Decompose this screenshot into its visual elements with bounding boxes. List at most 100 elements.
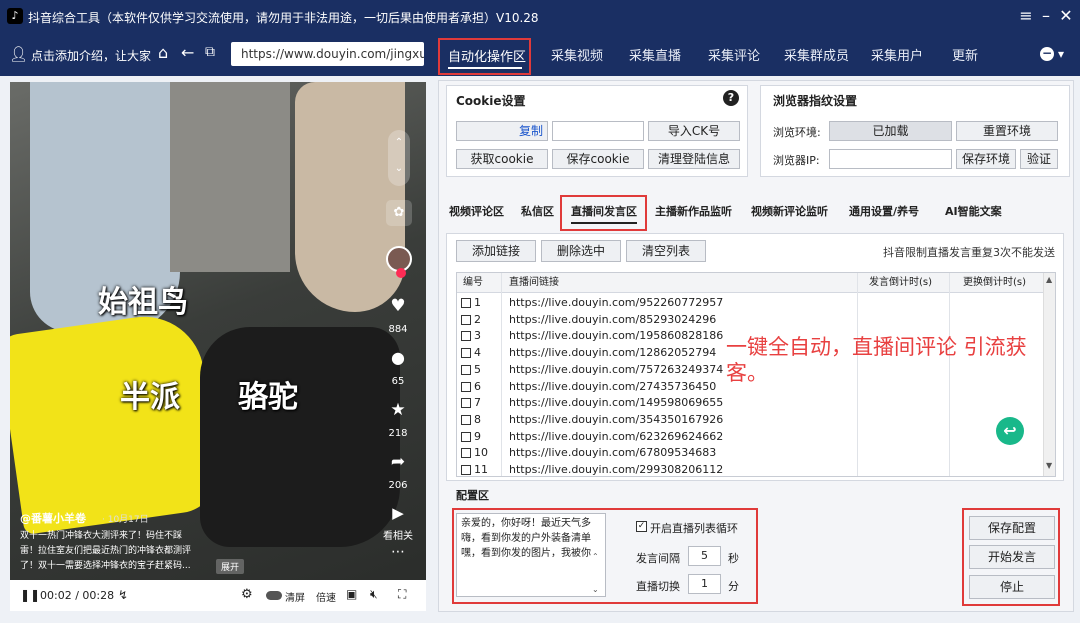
menu-icon[interactable]: ≡ [1016, 6, 1036, 25]
tab-collect-group[interactable]: 采集群成员 [784, 45, 849, 64]
subtab-general-settings[interactable]: 通用设置/养号 [849, 203, 919, 219]
interval-input[interactable]: 5 [688, 546, 721, 566]
profile-intro[interactable]: 点击添加介绍，让大家认 [31, 47, 151, 64]
save-cookie-button[interactable]: 保存cookie [552, 149, 644, 169]
author-name[interactable]: @番薯小羊卷 [20, 510, 86, 526]
subtab-ai-copy[interactable]: AI智能文案 [945, 203, 1002, 219]
table-scrollbar[interactable]: ▲ ▼ [1043, 273, 1055, 476]
table-row[interactable]: 11 https://live.douyin.com/299308206112 [457, 461, 1053, 476]
scroll-arrows[interactable]: ⌃ ⌄ [388, 130, 410, 186]
copy-button[interactable]: 复制 [456, 121, 548, 141]
expand-button[interactable]: 展开 [216, 559, 245, 574]
row-checkbox[interactable] [461, 364, 471, 375]
row-checkbox[interactable] [461, 331, 471, 342]
autoplay-icon[interactable]: ↯ [118, 588, 128, 602]
tab-collect-live[interactable]: 采集直播 [629, 45, 681, 64]
row-checkbox[interactable] [461, 298, 471, 308]
url-input[interactable]: https://www.douyin.com/jingxuan [231, 42, 424, 66]
tab-automation[interactable]: 自动化操作区 [448, 46, 526, 65]
row-checkbox[interactable] [461, 398, 471, 409]
row-link[interactable]: https://live.douyin.com/12862052794 [509, 344, 716, 361]
home-icon[interactable]: ⌂ [158, 43, 168, 62]
heart-icon[interactable]: ♥ [383, 296, 413, 316]
tab-collect-video[interactable]: 采集视频 [551, 45, 603, 64]
share-icon[interactable]: ➦ [383, 452, 413, 472]
return-icon[interactable]: ↩ [996, 417, 1024, 445]
settings-icon[interactable]: ⚙ [241, 587, 253, 602]
row-link[interactable]: https://live.douyin.com/85293024296 [509, 311, 716, 328]
mute-icon[interactable]: 🔇︎ [370, 587, 378, 602]
row-link[interactable]: https://live.douyin.com/623269624662 [509, 428, 723, 445]
row-link[interactable]: https://live.douyin.com/67809534683 [509, 444, 716, 461]
subtab-private-message[interactable]: 私信区 [521, 203, 554, 219]
message-textarea[interactable]: 亲爱的，你好呀！最近天气多嗨，看到你发的户外装备清单嘿，看到你发的图片，我被你 [456, 513, 606, 597]
pause-icon[interactable]: ❚❚ [20, 588, 40, 602]
add-link-button[interactable]: 添加链接 [456, 240, 536, 262]
minus-circle-icon[interactable]: − [1040, 47, 1054, 61]
switch-input[interactable]: 1 [688, 574, 721, 594]
clear-login-button[interactable]: 清理登陆信息 [648, 149, 740, 169]
get-cookie-button[interactable]: 获取cookie [456, 149, 548, 169]
clear-list-button[interactable]: 清空列表 [626, 240, 706, 262]
table-row[interactable]: 2 https://live.douyin.com/85293024296 [457, 311, 1053, 328]
fullscreen-icon[interactable]: ⛶ [398, 587, 406, 602]
row-link[interactable]: https://live.douyin.com/195860828186 [509, 327, 723, 344]
video-player[interactable]: 始祖鸟 半派 骆驼 ⌃ ⌄ ✿ ♥ 884 ● 65 ★ 218 ➦ 206 ▶ … [10, 82, 426, 611]
row-checkbox[interactable] [461, 348, 471, 359]
table-row[interactable]: 7 https://live.douyin.com/149598069655 [457, 394, 1053, 411]
delete-selected-button[interactable]: 删除选中 [541, 240, 621, 262]
close-icon[interactable]: ✕ [1056, 6, 1076, 25]
subtab-new-comment-monitor[interactable]: 视频新评论监听 [751, 203, 828, 219]
ai-icon[interactable]: ✿ [386, 200, 412, 226]
clear-screen-toggle[interactable] [266, 591, 282, 600]
row-link[interactable]: https://live.douyin.com/149598069655 [509, 394, 723, 411]
reset-env-button[interactable]: 重置环境 [956, 121, 1058, 141]
subtab-video-comments[interactable]: 视频评论区 [449, 203, 504, 219]
speed-button[interactable]: 倍速 [316, 589, 336, 604]
pip-icon[interactable]: ▣ [346, 587, 357, 601]
row-link[interactable]: https://live.douyin.com/299308206112 [509, 461, 723, 476]
row-checkbox[interactable] [461, 314, 471, 325]
related-icon[interactable]: ▶ [383, 504, 413, 522]
related-label[interactable]: 看相关 [380, 527, 416, 542]
row-link[interactable]: https://live.douyin.com/757263249374 [509, 361, 723, 378]
star-icon[interactable]: ★ [383, 400, 413, 420]
tab-collect-users[interactable]: 采集用户 [871, 45, 923, 64]
textarea-scroll-down-icon[interactable]: ⌄ [592, 585, 599, 594]
follow-plus-icon[interactable] [396, 268, 406, 278]
table-row[interactable]: 9 https://live.douyin.com/623269624662 [457, 428, 1053, 445]
row-link[interactable]: https://live.douyin.com/354350167926 [509, 411, 723, 428]
user-icon[interactable]: 👤︎ [9, 45, 28, 63]
row-checkbox[interactable] [461, 381, 471, 392]
tab-collect-comments[interactable]: 采集评论 [708, 45, 760, 64]
save-config-button[interactable]: 保存配置 [969, 516, 1055, 540]
comment-icon[interactable]: ● [383, 348, 413, 367]
scroll-down-icon[interactable]: ▼ [1046, 461, 1052, 470]
row-checkbox[interactable] [461, 448, 471, 459]
row-checkbox[interactable] [461, 414, 471, 425]
subtab-live-speech[interactable]: 直播间发言区 [571, 203, 637, 219]
minimize-icon[interactable]: – [1036, 6, 1056, 25]
help-icon[interactable]: ? [723, 90, 739, 106]
cookie-input[interactable] [552, 121, 644, 141]
row-link[interactable]: https://live.douyin.com/27435736450 [509, 378, 716, 395]
start-speech-button[interactable]: 开始发言 [969, 545, 1055, 569]
row-checkbox[interactable] [461, 431, 471, 442]
subtab-anchor-monitor[interactable]: 主播新作品监听 [655, 203, 732, 219]
import-ck-button[interactable]: 导入CK号 [648, 121, 740, 141]
loop-checkbox[interactable]: ✓ [636, 521, 647, 532]
tab-update[interactable]: 更新 [952, 45, 978, 64]
ip-input[interactable] [829, 149, 952, 169]
scroll-up-icon[interactable]: ▲ [1046, 275, 1052, 284]
row-checkbox[interactable] [461, 465, 471, 475]
table-row[interactable]: 1 https://live.douyin.com/952260772957 [457, 294, 1053, 311]
verify-button[interactable]: 验证 [1020, 149, 1058, 169]
row-link[interactable]: https://live.douyin.com/952260772957 [509, 294, 723, 311]
table-row[interactable]: 10 https://live.douyin.com/67809534683 [457, 444, 1053, 461]
back-icon[interactable]: ← [181, 43, 194, 62]
stop-button[interactable]: 停止 [969, 575, 1055, 599]
dropdown-icon[interactable]: ▾ [1058, 47, 1064, 61]
textarea-scroll-up-icon[interactable]: ⌃ [592, 552, 599, 561]
table-row[interactable]: 8 https://live.douyin.com/354350167926 [457, 411, 1053, 428]
save-env-button[interactable]: 保存环境 [956, 149, 1016, 169]
